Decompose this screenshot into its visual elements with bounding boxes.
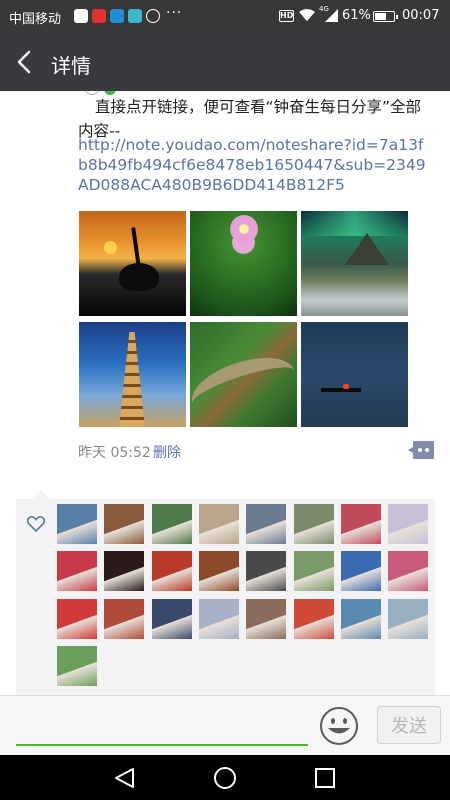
nav-recents-button[interactable] bbox=[313, 766, 337, 790]
liker-avatar[interactable] bbox=[246, 598, 287, 639]
liker-avatar[interactable] bbox=[293, 551, 334, 592]
post-link[interactable]: http://note.youdao.com/noteshare?id=7a13… bbox=[78, 135, 428, 195]
pagoda-shape bbox=[119, 332, 145, 427]
nav-home-button[interactable] bbox=[213, 766, 237, 790]
photo-flower[interactable] bbox=[190, 211, 297, 316]
cloud-notification-icon bbox=[146, 9, 160, 23]
liker-avatar[interactable] bbox=[198, 551, 239, 592]
emoji-button[interactable] bbox=[319, 706, 359, 746]
liker-avatar[interactable] bbox=[198, 504, 239, 544]
mountain-shape bbox=[345, 233, 389, 265]
comment-input-bar: 发送 bbox=[0, 695, 450, 755]
liker-avatar[interactable] bbox=[293, 504, 334, 544]
liker-avatar[interactable] bbox=[340, 598, 381, 639]
liker-avatar[interactable] bbox=[104, 598, 145, 639]
liker-avatar[interactable] bbox=[388, 598, 429, 639]
liker-avatar[interactable] bbox=[151, 551, 192, 592]
back-button[interactable] bbox=[10, 45, 40, 79]
sun-shape bbox=[104, 241, 117, 254]
photo-boat[interactable] bbox=[301, 322, 408, 427]
clock: 00:07 bbox=[402, 8, 440, 23]
photo-aurora-mountain[interactable] bbox=[301, 211, 408, 316]
post-detail: 直接点开链接，便可查看“钟奋生每日分享”全部内容-- http://note.y… bbox=[0, 91, 450, 695]
video-app-notification-icon bbox=[92, 9, 106, 23]
liker-avatar[interactable] bbox=[57, 598, 97, 639]
battery-fill bbox=[375, 13, 386, 20]
liker-avatar[interactable] bbox=[104, 551, 145, 592]
delete-link[interactable]: 删除 bbox=[153, 442, 181, 462]
signal-icon bbox=[325, 9, 338, 22]
flower-shape bbox=[226, 215, 262, 243]
nav-back-icon bbox=[115, 768, 134, 788]
hd-voice-icon: HD bbox=[279, 10, 294, 22]
liker-avatar[interactable] bbox=[57, 504, 97, 544]
nav-back-button[interactable] bbox=[113, 766, 137, 790]
liker-avatar[interactable] bbox=[151, 504, 192, 544]
liker-avatar[interactable] bbox=[104, 504, 145, 544]
page-title: 详情 bbox=[51, 54, 91, 78]
browser-notification-icon bbox=[110, 9, 124, 23]
battery-tip bbox=[396, 15, 398, 19]
battery-percent: 61% bbox=[342, 8, 371, 23]
comment-icon bbox=[408, 441, 434, 459]
crane-body-shape bbox=[119, 263, 159, 291]
navigation-bar bbox=[0, 755, 450, 800]
app-notification-icon bbox=[74, 9, 88, 23]
liker-avatar[interactable] bbox=[340, 504, 381, 544]
title-bar: 详情 bbox=[0, 33, 450, 91]
boat-shape bbox=[321, 388, 361, 392]
liker-avatar[interactable] bbox=[198, 598, 239, 639]
liker-avatar[interactable] bbox=[340, 551, 381, 592]
liker-avatar[interactable] bbox=[293, 598, 334, 639]
liker-avatar[interactable] bbox=[151, 598, 192, 639]
likes-pointer bbox=[32, 490, 50, 499]
send-button[interactable]: 发送 bbox=[377, 706, 441, 744]
comment-input[interactable] bbox=[16, 708, 308, 746]
heart-icon bbox=[27, 516, 45, 532]
liker-avatar[interactable] bbox=[388, 504, 429, 544]
river-shape bbox=[190, 346, 297, 427]
more-notifications-icon: ··· bbox=[166, 5, 183, 21]
liker-avatar[interactable] bbox=[57, 551, 97, 592]
comment-button[interactable] bbox=[408, 440, 435, 460]
photo-river-landscape[interactable] bbox=[190, 322, 297, 427]
liker-avatar[interactable] bbox=[246, 551, 287, 592]
photo-crane-sunset[interactable] bbox=[79, 211, 186, 316]
wifi-icon bbox=[299, 9, 315, 21]
status-bar: 中国移动 ··· HD 4G 61% 00:07 bbox=[0, 0, 450, 33]
battery-icon bbox=[373, 11, 398, 22]
emoji-icon bbox=[320, 707, 358, 745]
post-time: 昨天 05:52 bbox=[78, 445, 151, 461]
nav-home-icon bbox=[214, 767, 236, 789]
carrier-label: 中国移动 bbox=[9, 12, 62, 27]
liker-avatar[interactable] bbox=[246, 504, 287, 544]
back-arrow-icon bbox=[17, 50, 31, 74]
boat-light-shape bbox=[343, 384, 349, 389]
nav-recents-icon bbox=[315, 768, 335, 788]
sync-notification-icon bbox=[128, 9, 142, 23]
photo-pagoda[interactable] bbox=[79, 322, 186, 427]
liker-avatar[interactable] bbox=[57, 645, 97, 686]
liker-avatar[interactable] bbox=[388, 551, 429, 592]
